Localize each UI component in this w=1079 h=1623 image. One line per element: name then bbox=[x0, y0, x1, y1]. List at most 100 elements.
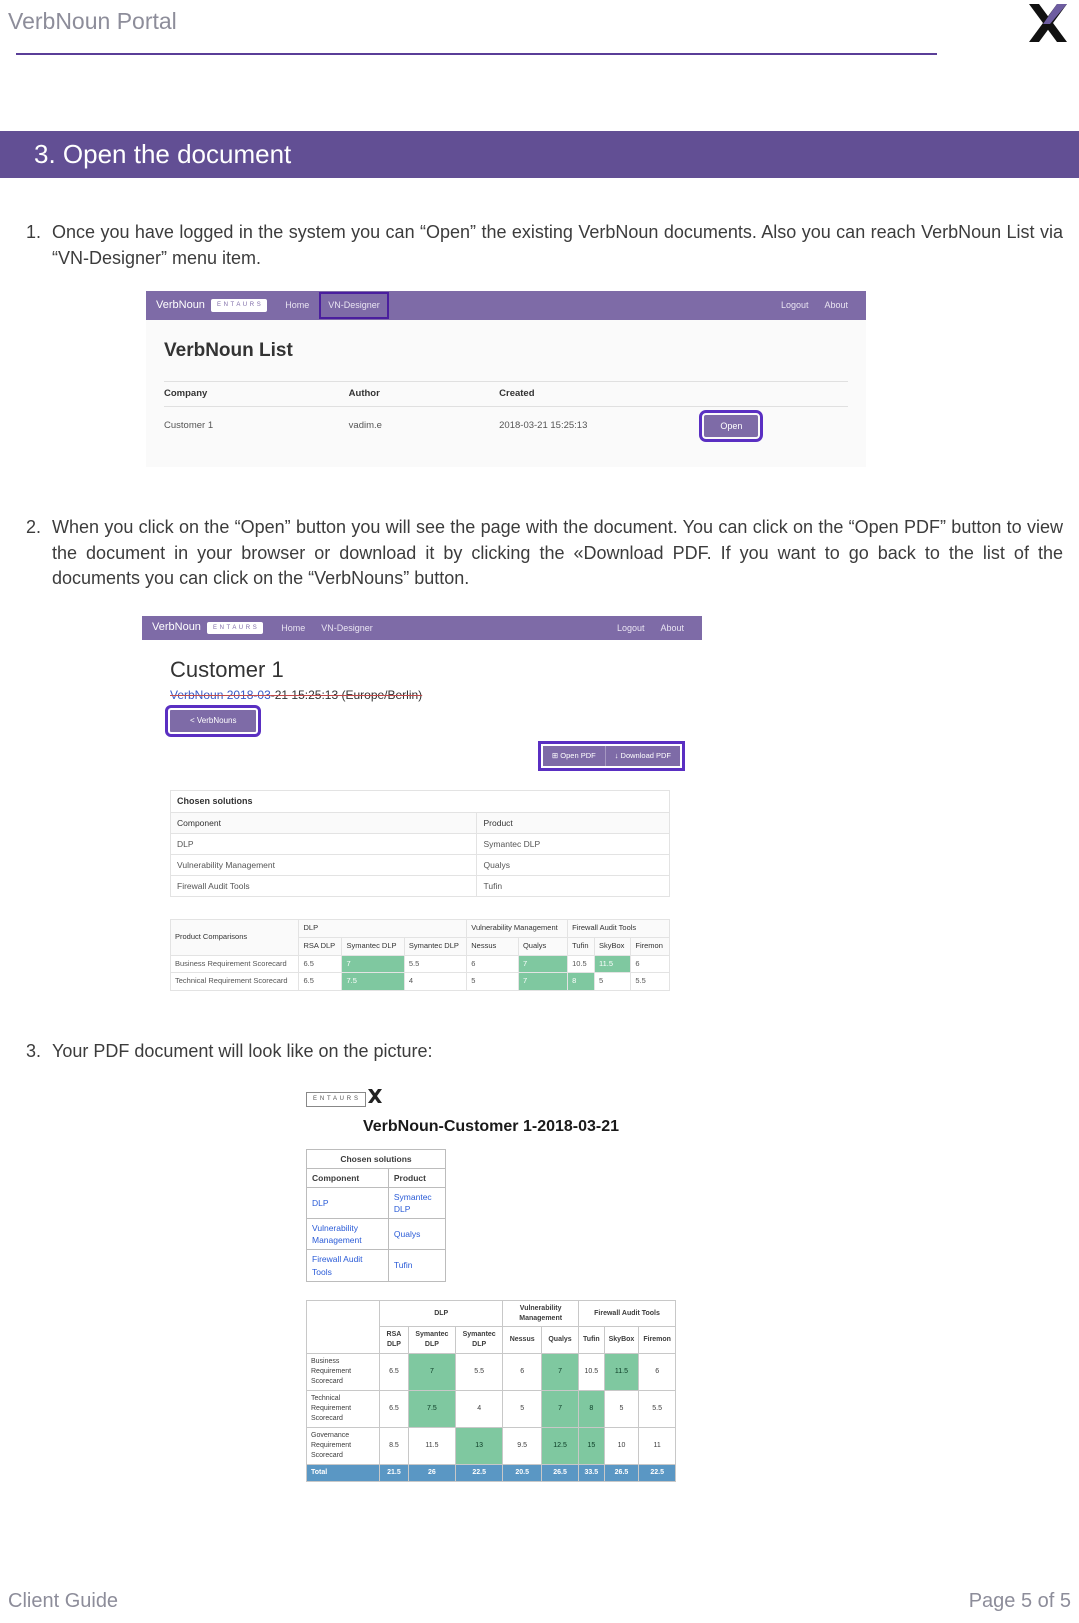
col-group-vm: Vulnerability Management bbox=[503, 1300, 579, 1327]
cell: 7 bbox=[518, 955, 567, 973]
step-2-text: When you click on the “Open” button you … bbox=[46, 515, 1063, 592]
col-sub: SkyBox bbox=[604, 1327, 639, 1354]
col-sub: RSA DLP bbox=[299, 937, 342, 955]
cell: 5.5 bbox=[404, 955, 466, 973]
app-brand: VerbNoun bbox=[152, 620, 201, 636]
pdf-brand-mini: E N T A U R S bbox=[306, 1092, 366, 1107]
table-row: Customer 1 vadim.e 2018-03-21 15:25:13 O… bbox=[164, 407, 848, 446]
cell: 6.5 bbox=[380, 1354, 409, 1391]
open-pdf-button[interactable]: ⊞ Open PDF bbox=[543, 746, 605, 767]
footer-right: Page 5 of 5 bbox=[969, 1590, 1071, 1613]
step-2: When you click on the “Open” button you … bbox=[46, 515, 1063, 990]
col-group-dlp: DLP bbox=[380, 1300, 503, 1327]
col-sub: Nessus bbox=[467, 937, 519, 955]
cell: 7 bbox=[542, 1391, 579, 1428]
open-button[interactable]: Open bbox=[704, 415, 758, 438]
table-row: Technical Requirement Scorecard6.57.5457… bbox=[307, 1391, 676, 1428]
nav-logout[interactable]: Logout bbox=[617, 622, 645, 635]
cell: 5 bbox=[467, 973, 519, 991]
cell: 7 bbox=[342, 955, 404, 973]
cell: 6 bbox=[639, 1354, 676, 1391]
brand-x-logo bbox=[1025, 0, 1071, 46]
col-sub: Symantec DLP bbox=[342, 937, 404, 955]
cell: 26.5 bbox=[542, 1464, 579, 1481]
cell: 26.5 bbox=[604, 1464, 639, 1481]
col-sub: Symantec DLP bbox=[456, 1327, 503, 1354]
nav-about[interactable]: About bbox=[660, 622, 684, 635]
steps-list: Once you have logged in the system you c… bbox=[46, 220, 1063, 1482]
row-name: Total bbox=[307, 1464, 380, 1481]
cell: 5 bbox=[503, 1391, 542, 1428]
col-sub: Nessus bbox=[503, 1327, 542, 1354]
cell: 6.5 bbox=[299, 955, 342, 973]
cell: 7 bbox=[542, 1354, 579, 1391]
col-sub: SkyBox bbox=[594, 937, 630, 955]
section-title: 3. Open the document bbox=[34, 139, 291, 169]
row-name: Governance Requirement Scorecard bbox=[307, 1427, 380, 1464]
nav-vn-designer[interactable]: VN-Designer bbox=[319, 292, 389, 319]
pdf-title: VerbNoun-Customer 1-2018-03-21 bbox=[306, 1116, 676, 1139]
step-1: Once you have logged in the system you c… bbox=[46, 220, 1063, 467]
col-sub: Symantec DLP bbox=[408, 1327, 455, 1354]
cell: 11.5 bbox=[408, 1427, 455, 1464]
table-row: DLPSymantec DLP bbox=[307, 1188, 446, 1219]
download-pdf-button[interactable]: ↓ Download PDF bbox=[605, 746, 680, 767]
cell: 4 bbox=[404, 973, 466, 991]
cell: 5 bbox=[604, 1391, 639, 1428]
vn-list-heading: VerbNoun List bbox=[164, 338, 848, 365]
nav-about[interactable]: About bbox=[824, 299, 848, 312]
col-sub: Firemon bbox=[639, 1327, 676, 1354]
cell: 15 bbox=[579, 1427, 605, 1464]
pdf-comparison-table: DLP Vulnerability Management Firewall Au… bbox=[306, 1300, 676, 1482]
col-sub: Tufin bbox=[568, 937, 595, 955]
cell: 10.5 bbox=[568, 955, 595, 973]
cell: 4 bbox=[456, 1391, 503, 1428]
col-company: Company bbox=[164, 387, 349, 400]
col-created: Created bbox=[499, 387, 704, 400]
nav-vn-designer[interactable]: VN-Designer bbox=[321, 622, 373, 635]
col-product: Product bbox=[388, 1169, 445, 1188]
doc-footer: Client Guide Page 5 of 5 bbox=[0, 1530, 1079, 1623]
chosen-solutions-table: Chosen solutions ComponentProduct DLPSym… bbox=[170, 790, 670, 897]
cell: 21.5 bbox=[380, 1464, 409, 1481]
cell: 6 bbox=[467, 955, 519, 973]
cell: 7.5 bbox=[408, 1391, 455, 1428]
app-navbar-2: VerbNoun E N T A U R S Home VN-Designer … bbox=[142, 616, 702, 640]
nav-logout[interactable]: Logout bbox=[781, 299, 809, 312]
app-navbar: VerbNoun E N T A U R S Home VN-Designer … bbox=[146, 291, 866, 320]
cell: 5.5 bbox=[631, 973, 670, 991]
cell: 10.5 bbox=[579, 1354, 605, 1391]
doc-title: VerbNoun Portal bbox=[8, 8, 1067, 35]
vn-list-table: Company Author Created Customer 1 vadim.… bbox=[164, 381, 848, 445]
col-component: Component bbox=[307, 1169, 389, 1188]
cell: 6 bbox=[503, 1354, 542, 1391]
col-sub: Symantec DLP bbox=[404, 937, 466, 955]
col-product-comparisons: Product Comparisons bbox=[171, 920, 299, 955]
pdf-chosen-solutions-table: Chosen solutions ComponentProduct DLPSym… bbox=[306, 1149, 446, 1282]
doc-header: VerbNoun Portal bbox=[0, 0, 1079, 70]
doc-body: Once you have logged in the system you c… bbox=[0, 178, 1079, 1482]
section-title-bar: 3. Open the document bbox=[0, 131, 1079, 178]
table-row: Firewall Audit ToolsTufin bbox=[171, 876, 670, 897]
cell-author: vadim.e bbox=[349, 419, 499, 432]
header-rule bbox=[16, 53, 937, 55]
cell: 11 bbox=[639, 1427, 676, 1464]
col-sub: Qualys bbox=[518, 937, 567, 955]
nav-home[interactable]: Home bbox=[281, 622, 305, 635]
cell: 9.5 bbox=[503, 1427, 542, 1464]
table-row: Vulnerability ManagementQualys bbox=[307, 1219, 446, 1250]
col-sub: Tufin bbox=[579, 1327, 605, 1354]
app-brand-mini: E N T A U R S bbox=[211, 299, 267, 312]
screenshot-2: VerbNoun E N T A U R S Home VN-Designer … bbox=[142, 616, 1063, 991]
verbnouns-back-button[interactable]: < VerbNouns bbox=[170, 710, 256, 731]
cell: 26 bbox=[408, 1464, 455, 1481]
cell: 5.5 bbox=[639, 1391, 676, 1428]
screenshot-3: E N T A U R S VerbNoun-Customer 1-2018-0… bbox=[306, 1082, 1063, 1481]
cell: 7.5 bbox=[342, 973, 404, 991]
cell: 8 bbox=[579, 1391, 605, 1428]
cell: 7 bbox=[408, 1354, 455, 1391]
step-3-text: Your PDF document will look like on the … bbox=[46, 1039, 1063, 1065]
nav-home[interactable]: Home bbox=[285, 299, 309, 312]
screenshot-1: VerbNoun E N T A U R S Home VN-Designer … bbox=[146, 291, 1063, 467]
cell-company: Customer 1 bbox=[164, 419, 349, 432]
